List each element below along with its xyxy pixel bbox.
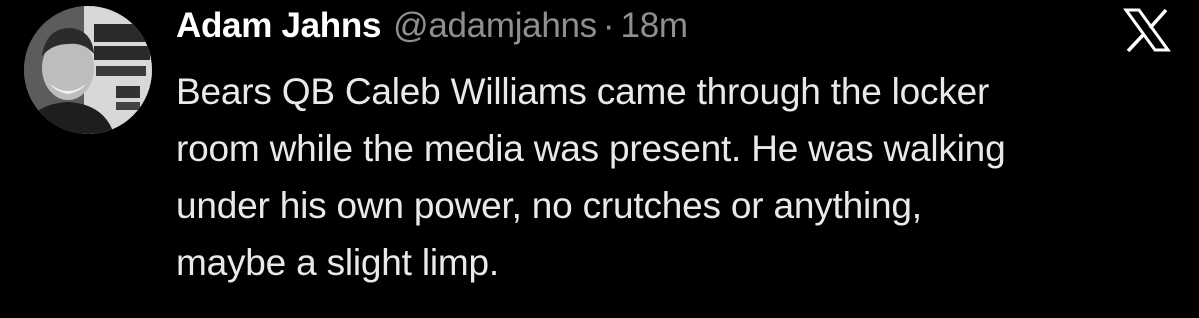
x-logo-icon[interactable] [1122,8,1172,52]
tweet-card[interactable]: Adam Jahns @adamjahns · 18m Bears QB Cal… [0,0,1199,318]
header-separator: · [602,6,615,45]
tweet-text-line: under his own power, no crutches or anyt… [176,185,922,226]
tweet-text-line: maybe a slight limp. [176,242,499,283]
tweet-header: Adam Jahns @adamjahns · 18m [176,6,688,50]
timestamp[interactable]: 18m [621,6,688,46]
author-handle[interactable]: @adamjahns [393,6,597,46]
tweet-text-line: room while the media was present. He was… [176,128,1006,169]
profile-photo-icon [24,6,152,134]
tweet-text-line: Bears QB Caleb Williams came through the… [176,71,990,112]
tweet-text: Bears QB Caleb Williams came through the… [176,63,1176,291]
avatar[interactable] [24,6,152,134]
author-name[interactable]: Adam Jahns [176,6,381,46]
